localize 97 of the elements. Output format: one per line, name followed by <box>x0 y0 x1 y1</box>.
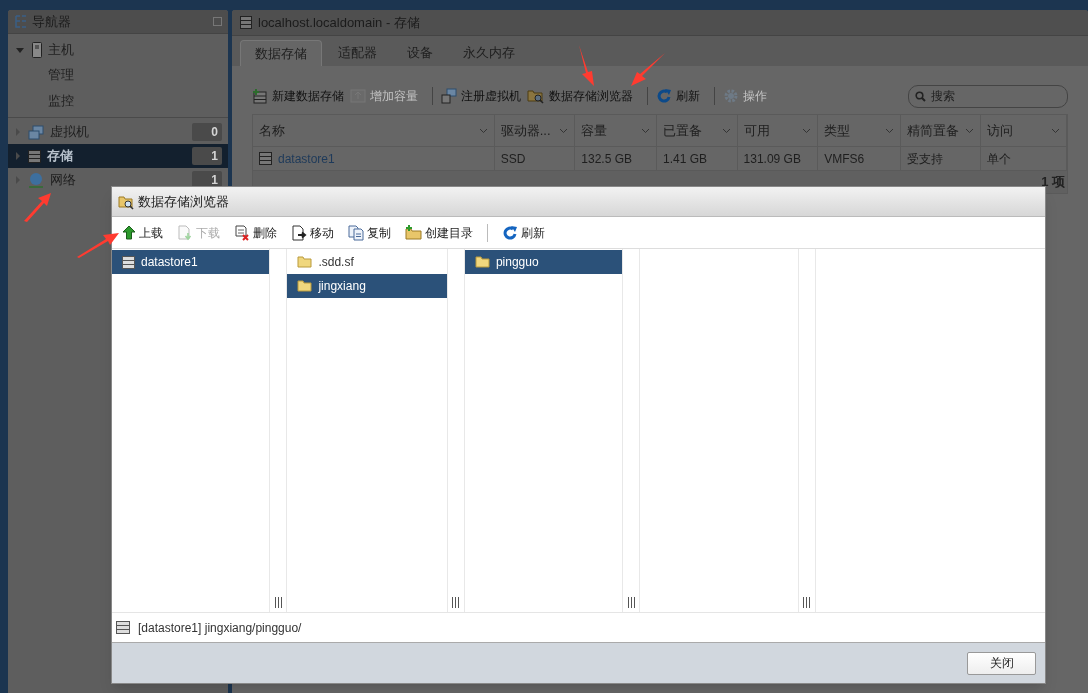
count-badge: 0 <box>192 123 222 141</box>
toolbar-button[interactable]: 创建目录 <box>405 221 473 244</box>
database-icon <box>240 16 252 29</box>
caret-icon[interactable] <box>16 47 24 53</box>
vm-icon <box>28 124 44 140</box>
item-count: 1 项 <box>1041 173 1065 192</box>
server-icon <box>32 42 42 58</box>
chevron-icon[interactable] <box>965 127 975 134</box>
tab[interactable]: 设备 <box>393 40 447 66</box>
header-label: 可用 <box>743 121 771 140</box>
nav-item[interactable]: 存储 1 <box>8 144 228 168</box>
toolbar-button[interactable]: 注册虚拟机 <box>441 85 521 107</box>
column-header[interactable]: 可用 <box>737 115 819 146</box>
file-list-item[interactable]: datastore1 <box>112 250 270 274</box>
header-label: 类型 <box>824 121 852 140</box>
header-label: 精简置备 <box>906 121 960 140</box>
settings-icon <box>723 88 739 104</box>
toolbar-button[interactable]: 刷新 <box>656 85 700 107</box>
chevron-icon[interactable] <box>478 127 488 134</box>
table-cell: 受支持 <box>900 147 982 170</box>
header-label: 名称 <box>259 121 286 140</box>
column-header[interactable]: 名称 <box>253 115 495 146</box>
database-icon <box>122 255 135 269</box>
nav-item[interactable]: 监控 <box>8 88 228 114</box>
chevron-icon[interactable] <box>640 127 650 134</box>
search-field[interactable]: 搜索 <box>908 84 1068 108</box>
tab[interactable]: 数据存储 <box>240 40 322 66</box>
table-cell: 1.41 GB <box>656 147 738 170</box>
folder-search-icon <box>118 193 134 210</box>
path-text: [datastore1] jingxiang/pingguo/ <box>138 619 302 637</box>
header-label: 已置备 <box>662 121 703 140</box>
tab[interactable]: 永久内存 <box>449 40 529 66</box>
toolbar-button[interactable]: 刷新 <box>502 221 545 244</box>
chevron-icon[interactable] <box>721 127 731 134</box>
chevron-icon[interactable] <box>1051 127 1061 134</box>
chevron-icon[interactable] <box>884 127 894 134</box>
header-label: 容量 <box>581 121 609 140</box>
annotation-arrow <box>22 192 52 222</box>
toolbar-button[interactable]: 移动 <box>291 221 334 244</box>
table-cell: 单个 <box>981 147 1068 170</box>
column-header[interactable]: 精简置备 <box>900 115 982 146</box>
nav-item[interactable]: 虚拟机 0 <box>8 120 228 144</box>
table-cell: 132.5 GB <box>575 147 657 170</box>
folder-icon <box>297 256 313 268</box>
caret-icon[interactable] <box>16 152 20 160</box>
database-icon <box>259 152 272 165</box>
header-label: 驱动器... <box>500 121 552 140</box>
vm-database-icon <box>441 88 457 104</box>
globe-icon <box>28 172 44 188</box>
tree-icon <box>14 14 28 29</box>
table-cell: VMFS6 <box>818 147 901 170</box>
chevron-icon[interactable] <box>559 127 569 134</box>
documents-icon <box>348 224 364 241</box>
upload-arrow-icon <box>122 225 136 240</box>
folder-icon <box>474 256 490 268</box>
folder-icon <box>297 280 313 292</box>
annotation-arrow <box>76 230 120 258</box>
search-icon <box>915 90 926 102</box>
column-header[interactable]: 已置备 <box>656 115 738 146</box>
nav-item[interactable]: 主机 <box>8 38 228 62</box>
document-arrow-icon <box>291 224 307 241</box>
database-icon <box>116 621 130 634</box>
resize-handle[interactable] <box>803 597 811 608</box>
refresh-icon <box>502 224 518 241</box>
folder-plus-icon <box>405 225 422 240</box>
document-delete-icon <box>234 224 250 241</box>
chevron-icon[interactable] <box>802 127 812 134</box>
toolbar-button[interactable]: 新建数据存储 <box>252 85 344 107</box>
file-list-item[interactable]: .sdd.sf <box>287 250 447 274</box>
file-list-item[interactable]: jingxiang <box>287 274 447 298</box>
column-header[interactable]: 访问 <box>981 115 1068 146</box>
close-button[interactable]: 关闭 <box>967 651 1036 675</box>
datastore-link[interactable]: datastore1 <box>278 149 335 168</box>
column-header[interactable]: 驱动器... <box>494 115 576 146</box>
minimize-icon[interactable] <box>213 17 222 26</box>
document-arrow-icon <box>177 224 193 241</box>
count-badge: 1 <box>192 147 222 165</box>
toolbar-button[interactable]: 数据存储浏览器 <box>527 85 633 107</box>
toolbar-button[interactable]: 删除 <box>234 221 277 244</box>
nav-item[interactable]: 管理 <box>8 62 228 88</box>
table-cell: SSD <box>494 147 576 170</box>
resize-handle[interactable] <box>274 597 282 608</box>
toolbar-button[interactable]: 上载 <box>122 221 163 244</box>
column-header[interactable]: 容量 <box>575 115 657 146</box>
folder-search-icon <box>527 88 545 104</box>
resize-handle[interactable] <box>452 597 460 608</box>
header-label: 访问 <box>987 121 1015 140</box>
table-cell: 131.09 GB <box>737 147 819 170</box>
resize-handle[interactable] <box>627 597 635 608</box>
dialog-title: 数据存储浏览器 <box>138 192 229 211</box>
database-icon <box>28 149 41 163</box>
annotation-arrow <box>630 52 666 88</box>
column-header[interactable]: 类型 <box>818 115 901 146</box>
refresh-icon <box>656 88 672 104</box>
database-plus-icon <box>252 88 268 104</box>
file-list-item[interactable]: pingguo <box>464 250 623 274</box>
toolbar-button[interactable]: 复制 <box>348 221 391 244</box>
